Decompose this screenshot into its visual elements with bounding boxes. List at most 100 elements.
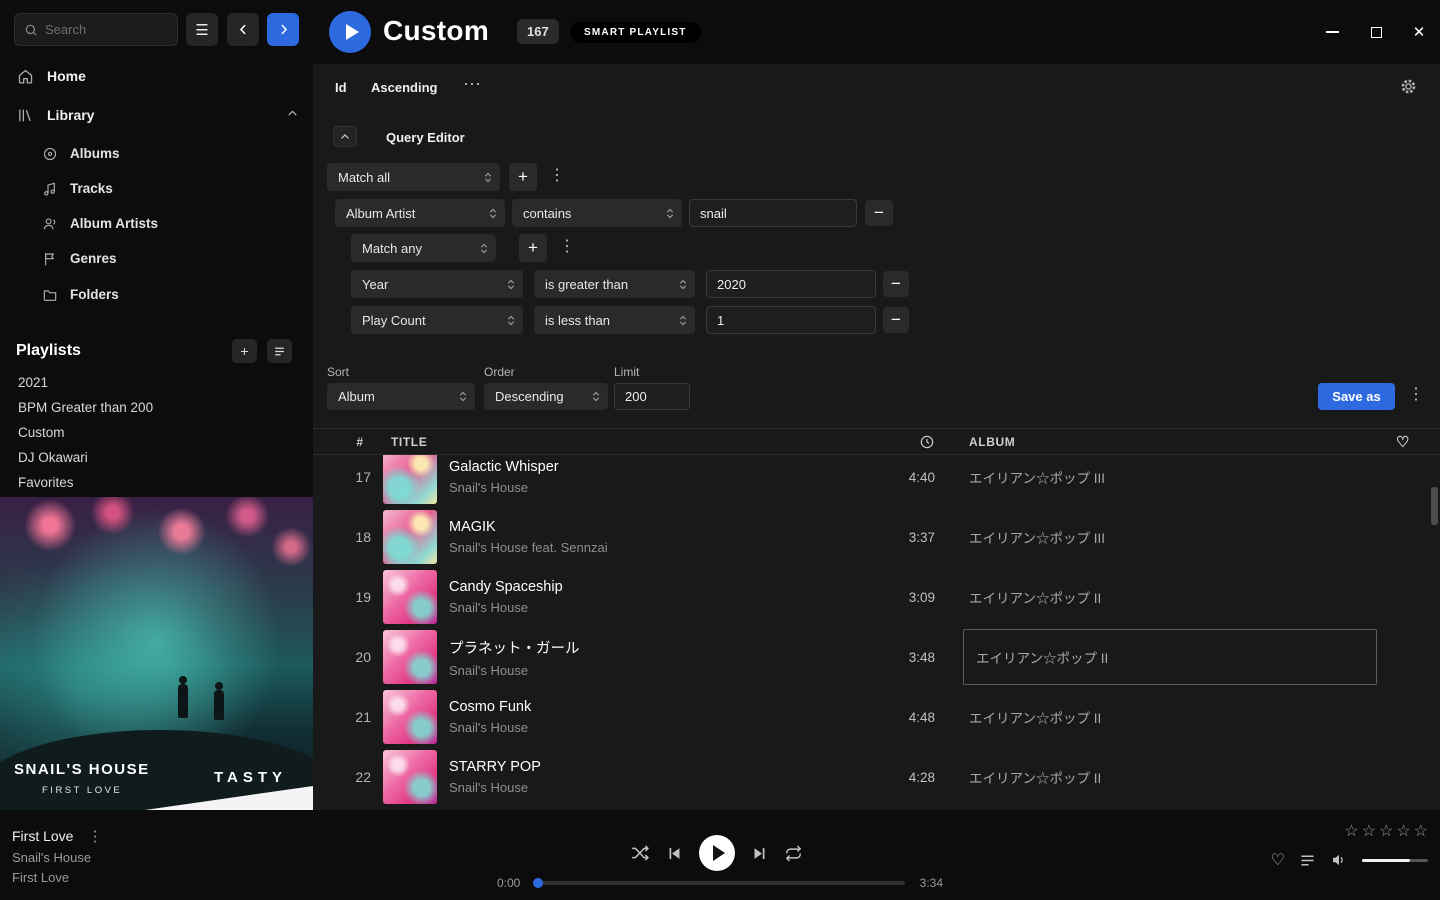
volume-slider[interactable] xyxy=(1362,859,1428,862)
dropdown-value: is less than xyxy=(545,313,610,328)
table-row[interactable]: 22 STARRY POPSnail's House 4:28 エイリアン☆ポッ… xyxy=(313,747,1440,807)
sidebar-item-home[interactable]: Home xyxy=(0,58,313,94)
star-icon[interactable]: ☆ xyxy=(1344,821,1358,841)
limit-input[interactable] xyxy=(614,383,690,410)
rule-operator-dropdown[interactable]: is less than xyxy=(534,306,695,334)
nav-back-button[interactable] xyxy=(227,13,259,46)
shuffle-button[interactable] xyxy=(630,843,650,863)
add-rule-button[interactable]: + xyxy=(509,163,537,191)
track-title: Galactic Whisper xyxy=(449,459,864,475)
minimize-icon xyxy=(1326,31,1339,33)
add-subrule-button[interactable]: + xyxy=(519,234,547,262)
previous-track-button[interactable] xyxy=(666,845,683,862)
volume-icon xyxy=(1330,851,1348,869)
table-row[interactable]: 20 プラネット・ガールSnail's House 3:48 エイリアン☆ポップ… xyxy=(313,627,1440,687)
queue-button[interactable] xyxy=(1299,852,1316,869)
seek-handle[interactable] xyxy=(533,878,543,888)
nav-forward-button[interactable] xyxy=(267,13,299,46)
rule-field-dropdown[interactable]: Year xyxy=(351,270,523,298)
flag-icon xyxy=(42,251,58,267)
playlist-item[interactable]: BPM Greater than 200 xyxy=(0,395,313,420)
table-row[interactable]: 21 Cosmo FunkSnail's House 4:48 エイリアン☆ポッ… xyxy=(313,687,1440,747)
dropdown-value: Year xyxy=(362,277,388,292)
search-box xyxy=(14,13,178,46)
star-icon[interactable]: ☆ xyxy=(1362,821,1376,841)
remove-rule-button[interactable]: − xyxy=(865,200,893,226)
track-artist: Snail's House xyxy=(449,720,864,735)
list-icon xyxy=(273,345,286,358)
add-playlist-button[interactable]: + xyxy=(232,339,257,363)
subgroup-options-button[interactable]: ⋮ xyxy=(559,239,575,255)
playlist-item[interactable]: Custom xyxy=(0,420,313,445)
playlist-item[interactable]: DJ Okawari xyxy=(0,445,313,470)
sort-dropdown[interactable]: Album xyxy=(327,383,475,410)
sort-order-button[interactable]: Ascending xyxy=(371,80,437,95)
sidebar-item-library[interactable]: Library xyxy=(0,97,313,133)
sidebar: ☰ Home Library Albums Tracks Album Artis… xyxy=(0,0,313,810)
more-options-button[interactable]: ⋯ xyxy=(463,74,482,95)
save-options-button[interactable]: ⋮ xyxy=(1408,387,1424,403)
remove-rule-button[interactable]: − xyxy=(883,307,909,333)
next-track-button[interactable] xyxy=(751,845,768,862)
table-row[interactable]: 17 Galactic WhisperSnail's House 4:40 エイ… xyxy=(313,455,1440,507)
rule-value-input[interactable] xyxy=(706,306,876,334)
track-album: エイリアン☆ポップ II xyxy=(969,587,1416,607)
query-editor-collapse-button[interactable] xyxy=(333,126,357,147)
close-button[interactable]: ✕ xyxy=(1408,22,1430,42)
table-row[interactable]: 19 Candy SpaceshipSnail's House 3:09 エイリ… xyxy=(313,567,1440,627)
play-pause-button[interactable] xyxy=(699,835,735,871)
sidebar-item-album-artists[interactable]: Album Artists xyxy=(0,207,313,240)
playlist-item[interactable]: 2021 xyxy=(0,370,313,395)
sidebar-item-albums[interactable]: Albums xyxy=(0,137,313,170)
sidebar-item-genres[interactable]: Genres xyxy=(0,242,313,275)
rule-field-dropdown[interactable]: Play Count xyxy=(351,306,523,334)
dropdown-value: Album Artist xyxy=(346,206,415,221)
close-icon: ✕ xyxy=(1413,25,1426,40)
minimize-button[interactable] xyxy=(1321,22,1343,42)
library-collapse-button[interactable] xyxy=(286,107,299,120)
rule-value-input[interactable] xyxy=(706,270,876,298)
favorite-button[interactable]: ♡ xyxy=(1271,850,1285,870)
column-title[interactable]: TITLE xyxy=(383,435,864,449)
minus-icon: − xyxy=(891,310,901,330)
now-playing-artwork[interactable]: SNAIL'S HOUSE FIRST LOVE TASTY xyxy=(0,497,313,810)
rule-field-dropdown[interactable]: Album Artist xyxy=(335,199,505,227)
settings-button[interactable] xyxy=(1399,77,1418,96)
play-playlist-button[interactable] xyxy=(329,11,371,53)
save-as-button[interactable]: Save as xyxy=(1318,383,1395,410)
queue-icon xyxy=(1299,852,1316,869)
sidebar-item-tracks[interactable]: Tracks xyxy=(0,172,313,205)
artwork-watermark: TASTY xyxy=(214,769,287,786)
heart-column-icon[interactable]: ♡ xyxy=(1396,433,1410,451)
match-all-dropdown[interactable]: Match all xyxy=(327,163,500,191)
rule-operator-dropdown[interactable]: is greater than xyxy=(534,270,695,298)
sort-field-button[interactable]: Id xyxy=(335,80,347,95)
star-icon[interactable]: ☆ xyxy=(1414,821,1428,841)
table-row[interactable]: 18 MAGIKSnail's House feat. Sennzai 3:37… xyxy=(313,507,1440,567)
remove-rule-button[interactable]: − xyxy=(883,271,909,297)
volume-button[interactable] xyxy=(1330,851,1348,869)
scrollbar-thumb[interactable] xyxy=(1431,487,1438,525)
star-icon[interactable]: ☆ xyxy=(1379,821,1393,841)
rule-value-input[interactable] xyxy=(689,199,857,227)
gear-icon xyxy=(1399,77,1418,96)
playlist-list-button[interactable] xyxy=(267,339,292,363)
column-album[interactable]: ALBUM xyxy=(969,435,1015,449)
menu-button[interactable]: ☰ xyxy=(186,13,218,46)
now-playing-options-button[interactable]: ⋮ xyxy=(87,827,102,845)
maximize-button[interactable] xyxy=(1365,22,1387,42)
column-index[interactable]: # xyxy=(337,435,383,449)
search-input[interactable] xyxy=(45,22,168,37)
match-any-dropdown[interactable]: Match any xyxy=(351,234,496,262)
star-icon[interactable]: ☆ xyxy=(1396,821,1410,841)
group-options-button[interactable]: ⋮ xyxy=(549,168,565,184)
column-duration[interactable] xyxy=(864,434,969,450)
repeat-button[interactable] xyxy=(784,844,803,863)
rule-operator-dropdown[interactable]: contains xyxy=(512,199,682,227)
sidebar-item-folders[interactable]: Folders xyxy=(0,278,313,311)
order-dropdown[interactable]: Descending xyxy=(484,383,608,410)
seek-bar[interactable] xyxy=(535,881,905,885)
track-album-editing[interactable]: エイリアン☆ポップ II xyxy=(963,629,1377,685)
track-album: エイリアン☆ポップ III xyxy=(969,527,1416,547)
playlist-item[interactable]: Favorites xyxy=(0,470,313,495)
